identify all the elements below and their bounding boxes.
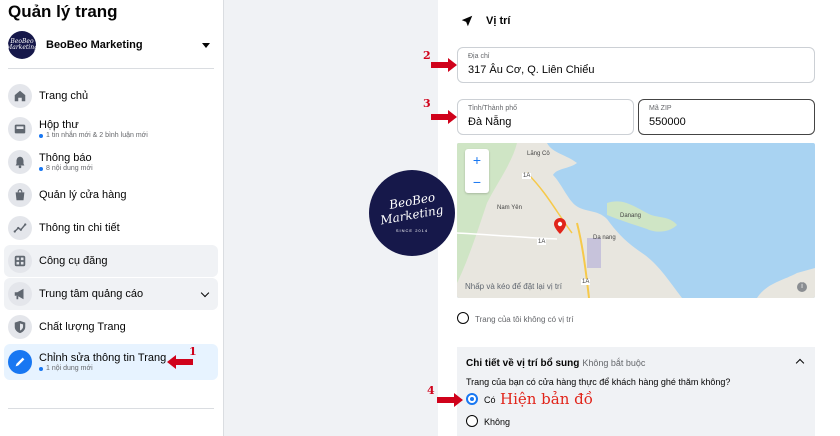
map-place-label: Danang — [620, 213, 642, 219]
city-value: Đà Nẵng — [468, 116, 512, 128]
sidebar-item-label: Quản lý cửa hàng — [39, 189, 127, 201]
sidebar-item-sub-text: 8 nội dung mới — [46, 165, 93, 172]
zoom-out-button[interactable]: − — [465, 171, 489, 193]
map-zoom-controls: + − — [465, 149, 489, 193]
red-arrow-right-icon — [437, 393, 463, 407]
no-location-label: Trang của tôi không có vị trí — [475, 315, 574, 324]
insights-chart-icon — [8, 216, 32, 240]
address-field[interactable]: Địa chỉ 317 Âu Cơ, Q. Liên Chiểu — [457, 47, 815, 83]
page-name: BeoBeo Marketing — [46, 39, 143, 51]
page-avatar: BeoBeo Marketing — [6, 31, 38, 59]
pencil-icon — [8, 350, 32, 374]
annotation-note: Hiện bản đồ — [500, 390, 593, 408]
yes-radio[interactable] — [466, 393, 478, 405]
sidebar-nav: Trang chủ Hộp thư 1 tin nhắn mới & 2 bìn… — [4, 80, 218, 380]
city-field[interactable]: Tỉnh/Thành phố Đà Nẵng — [457, 99, 634, 135]
divider — [8, 408, 214, 409]
sidebar-item-label: Trang chủ — [39, 90, 89, 102]
zip-value: 550000 — [649, 116, 686, 128]
city-label: Tỉnh/Thành phố — [468, 105, 518, 112]
sidebar-item-label: Thông tin chi tiết — [39, 222, 120, 234]
sidebar-item-label: Công cụ đăng — [39, 255, 108, 267]
red-arrow-right-icon — [431, 58, 457, 72]
location-title: Vị trí — [486, 15, 511, 27]
zip-label: Mã ZIP — [649, 105, 672, 112]
sidebar-item-label: Chất lượng Trang — [39, 321, 126, 333]
logo-line3: SINCE 2014 — [395, 227, 429, 233]
no-location-radio[interactable] — [457, 312, 469, 324]
zoom-in-button[interactable]: + — [465, 149, 489, 171]
red-arrow-right-icon — [431, 110, 457, 124]
sidebar-item-shop[interactable]: Quản lý cửa hàng — [4, 179, 218, 211]
shield-icon — [8, 315, 32, 339]
beobeo-logo: BeoBeo Marketing SINCE 2014 — [369, 170, 455, 256]
road-badge: 1A — [581, 279, 591, 285]
no-label: Không — [484, 417, 511, 427]
caret-down-icon[interactable] — [202, 42, 210, 48]
unread-dot — [39, 166, 43, 171]
sidebar-item-sub: 8 nội dung mới — [39, 165, 93, 172]
extra-title: Chi tiết về vị trí bổ sung Không bắt buộc — [466, 358, 645, 369]
sidebar-item-sub: 1 nội dung mới — [39, 365, 166, 372]
road-badge: 1A — [522, 173, 532, 179]
home-icon — [8, 84, 32, 108]
annotation-number-3: 3 — [423, 97, 431, 110]
sidebar-item-sub: 1 tin nhắn mới & 2 bình luận mới — [39, 132, 148, 139]
sidebar-item-sub-text: 1 nội dung mới — [46, 365, 93, 372]
map-place-label: Da nang — [593, 235, 616, 241]
bell-icon — [8, 150, 32, 174]
location-panel: Vị trí Địa chỉ 317 Âu Cơ, Q. Liên Chiểu … — [438, 0, 840, 436]
sidebar: Quản lý trang BeoBeo Marketing BeoBeo Ma… — [0, 0, 224, 436]
address-label: Địa chỉ — [468, 53, 490, 60]
chevron-down-icon[interactable] — [200, 288, 210, 298]
red-arrow-left-icon — [167, 355, 193, 369]
map-pin-icon[interactable] — [554, 218, 566, 234]
megaphone-icon — [8, 282, 32, 306]
unread-dot — [39, 133, 43, 138]
map-place-label: Lăng Cô — [527, 151, 550, 157]
address-value: 317 Âu Cơ, Q. Liên Chiểu — [468, 64, 595, 76]
navigation-arrow-icon — [461, 15, 473, 27]
sidebar-item-label: Trung tâm quảng cáo — [39, 288, 144, 300]
location-header: Vị trí — [460, 14, 510, 28]
inbox-icon — [8, 117, 32, 141]
sidebar-item-publishing-tools[interactable]: Công cụ đăng — [4, 245, 218, 277]
yes-label: Có — [484, 395, 496, 405]
map-land-shape — [457, 143, 815, 298]
zip-field[interactable]: Mã ZIP 550000 — [638, 99, 815, 135]
road-badge: 1A — [537, 239, 547, 245]
sidebar-item-insights[interactable]: Thông tin chi tiết — [4, 212, 218, 244]
sidebar-item-page-quality[interactable]: Chất lượng Trang — [4, 311, 218, 343]
no-radio[interactable] — [466, 415, 478, 427]
map-hint: Nhấp và kéo để đặt lại vị trí — [465, 282, 562, 291]
sidebar-item-home[interactable]: Trang chủ — [4, 80, 218, 112]
sidebar-item-notifications[interactable]: Thông báo 8 nội dung mới — [4, 146, 218, 178]
sidebar-item-sub-text: 1 tin nhắn mới & 2 bình luận mới — [46, 132, 148, 139]
page-avatar-text: BeoBeo Marketing — [6, 38, 38, 51]
divider — [8, 68, 214, 69]
store-question: Trang của bạn có cửa hàng thực để khách … — [466, 377, 731, 387]
publishing-tools-icon — [8, 249, 32, 273]
shopping-bag-icon — [8, 183, 32, 207]
unread-dot — [39, 366, 43, 371]
sidebar-item-inbox[interactable]: Hộp thư 1 tin nhắn mới & 2 bình luận mới — [4, 113, 218, 145]
sidebar-item-label: Thông báo — [39, 152, 92, 164]
optional-tag: Không bắt buộc — [582, 358, 646, 368]
sidebar-item-label: Hộp thư — [39, 119, 79, 131]
extra-title-text: Chi tiết về vị trí bổ sung — [466, 358, 580, 369]
page-selector[interactable]: BeoBeo Marketing BeoBeo Marketing — [6, 30, 214, 60]
location-map[interactable]: + − Lăng Cô Nam Yên Danang Da nang 1A 1A… — [457, 143, 815, 298]
annotation-number-2: 2 — [423, 49, 431, 62]
map-place-label: Nam Yên — [497, 205, 522, 211]
annotation-number-4: 4 — [427, 384, 435, 397]
sidebar-item-label: Chỉnh sửa thông tin Trang — [39, 352, 167, 364]
info-icon[interactable]: i — [797, 282, 807, 292]
chevron-up-icon[interactable] — [795, 358, 805, 368]
sidebar-item-ad-center[interactable]: Trung tâm quảng cáo — [4, 278, 218, 310]
sidebar-title: Quản lý trang — [8, 2, 118, 21]
